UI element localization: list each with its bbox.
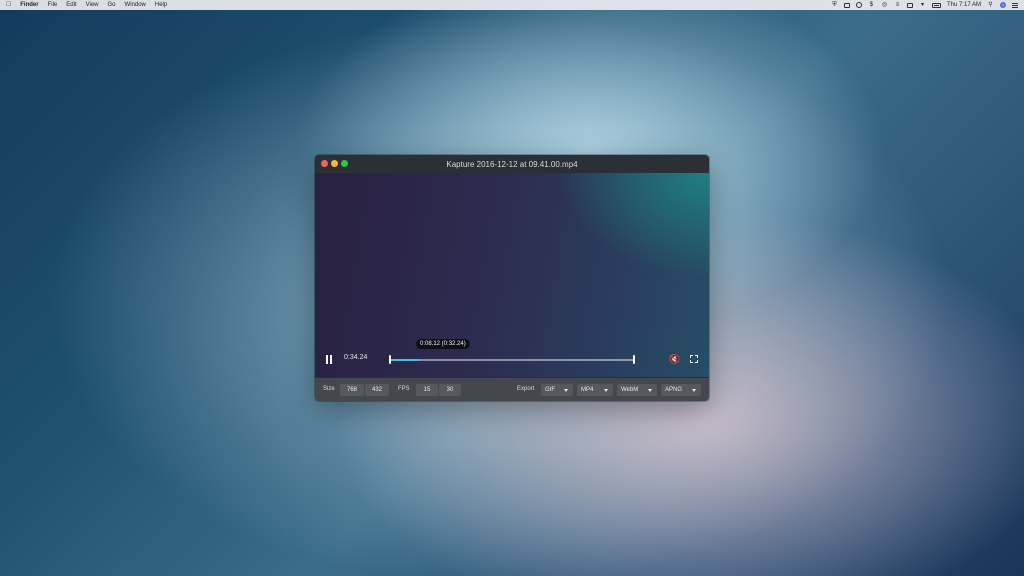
menu-item-go[interactable]: Go: [108, 2, 116, 8]
export-gif-label: GIF: [545, 387, 555, 393]
menu-item-window[interactable]: Window: [125, 2, 146, 8]
menu-right: ⛨ $ ◎ ≡ ▾ Thu 7:17 AM ⚲: [825, 2, 1018, 8]
menu-item-edit[interactable]: Edit: [66, 2, 76, 8]
height-field[interactable]: 432: [365, 384, 389, 396]
size-label: Size: [323, 386, 335, 392]
export-apng-label: APNG: [665, 387, 683, 393]
menu-item-file[interactable]: File: [48, 2, 58, 8]
fps-label: FPS: [398, 386, 410, 392]
chevron-down-icon: [604, 389, 608, 392]
export-webm-button[interactable]: WebM: [617, 384, 657, 396]
menu-item-help[interactable]: Help: [155, 2, 167, 8]
display-icon[interactable]: [906, 2, 913, 8]
fullscreen-icon[interactable]: [690, 355, 698, 363]
chevron-down-icon: [648, 389, 652, 392]
width-field[interactable]: 768: [340, 384, 364, 396]
current-time: 0:34.24: [344, 354, 368, 361]
dollar-icon[interactable]: $: [868, 2, 875, 8]
menu-app-finder[interactable]: Finder: [20, 2, 38, 8]
maximize-button[interactable]: [341, 160, 348, 167]
apple-icon[interactable]: : [6, 0, 11, 10]
trim-start-handle[interactable]: [389, 355, 391, 364]
fps-15-option[interactable]: 15: [416, 384, 438, 396]
pause-icon[interactable]: [326, 355, 333, 364]
muted-speaker-icon[interactable]: 🔇: [669, 354, 680, 364]
volume-icon[interactable]: ▾: [919, 2, 926, 8]
title-bar[interactable]: Kapture 2016-12-12 at 09.41.00.mp4: [315, 155, 709, 173]
video-area[interactable]: 0:34.24 0:08.12 (0:32.24) 🔇: [315, 173, 709, 385]
fps-30-option[interactable]: 30: [439, 384, 461, 396]
search-icon[interactable]: ⚲: [987, 2, 994, 8]
traffic-lights: [321, 160, 351, 167]
shield-icon[interactable]: ⛨: [831, 2, 838, 8]
menu-left:  Finder File Edit View Go Window Help: [6, 0, 176, 10]
wifi-icon[interactable]: ◎: [881, 2, 888, 8]
seek-track[interactable]: [389, 359, 635, 361]
export-apng-button[interactable]: APNG: [661, 384, 701, 396]
export-webm-label: WebM: [621, 387, 639, 393]
export-gif-button[interactable]: GIF: [541, 384, 573, 396]
time-tooltip: 0:08.12 (0:32.24): [416, 339, 470, 349]
trim-end-handle[interactable]: [633, 355, 635, 364]
menu-bar:  Finder File Edit View Go Window Help ⛨…: [0, 0, 1024, 10]
layers-icon[interactable]: ≡: [894, 2, 901, 8]
chevron-down-icon: [692, 389, 696, 392]
seek-bar[interactable]: [389, 355, 635, 364]
export-label: Export: [517, 386, 535, 392]
seek-progress: [389, 359, 420, 361]
chevron-down-icon: [564, 389, 568, 392]
export-mp4-button[interactable]: MP4: [577, 384, 613, 396]
close-button[interactable]: [321, 160, 328, 167]
minimize-button[interactable]: [331, 160, 338, 167]
window-title: Kapture 2016-12-12 at 09.41.00.mp4: [446, 159, 578, 169]
menu-item-view[interactable]: View: [86, 2, 99, 8]
export-mp4-label: MP4: [581, 387, 594, 393]
menu-clock[interactable]: Thu 7:17 AM: [947, 2, 981, 8]
cloud-icon[interactable]: [843, 2, 850, 8]
notification-list-icon[interactable]: [1012, 2, 1018, 8]
export-toolbar: Size 768 432 FPS 15 30 Export GIF MP4 We…: [315, 377, 709, 401]
kapture-window: Kapture 2016-12-12 at 09.41.00.mp4 0:34.…: [315, 155, 709, 401]
circle-icon[interactable]: [855, 2, 862, 8]
battery-icon[interactable]: [931, 2, 941, 8]
siri-icon[interactable]: [1000, 2, 1006, 8]
